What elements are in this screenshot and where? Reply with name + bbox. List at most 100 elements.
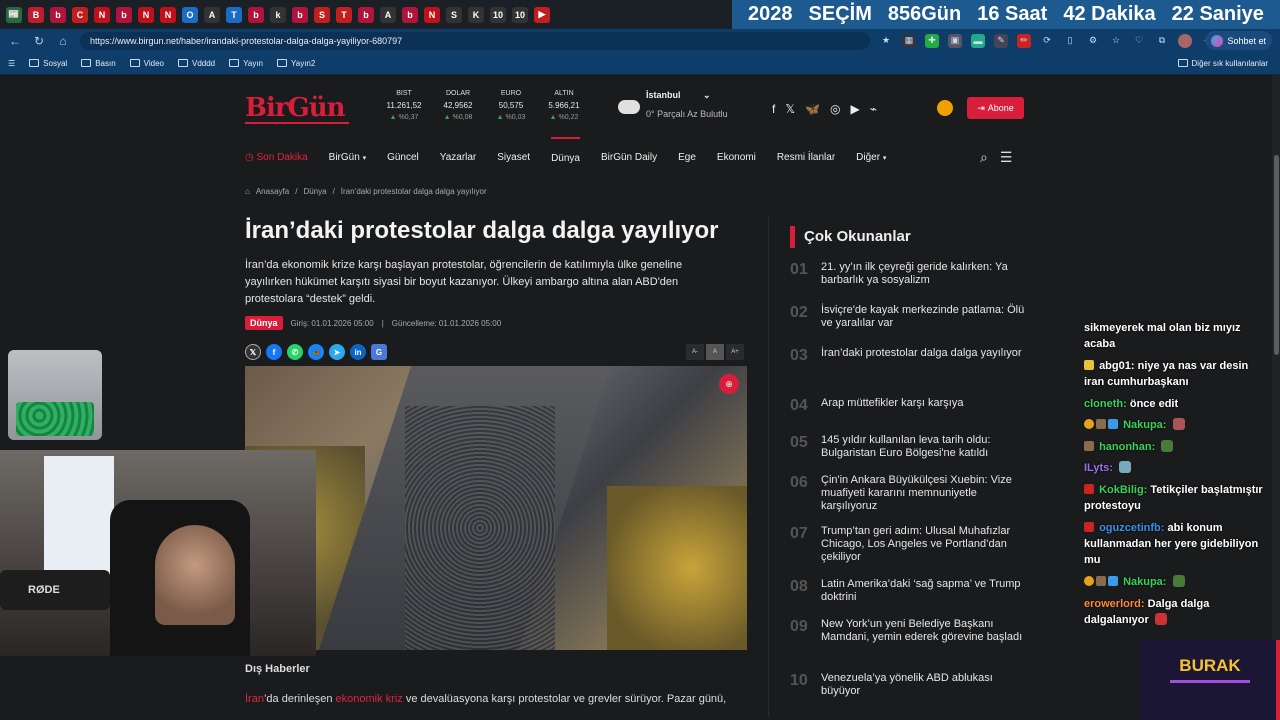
popular-item[interactable]: 01 21. yy’ın ilk çeyreği geride kalırken:… (790, 261, 1030, 287)
youtube-icon[interactable]: ▶ (850, 102, 859, 116)
facebook-icon[interactable]: f (772, 102, 775, 116)
nav-birgun-daily[interactable]: BirGün Daily (601, 152, 657, 163)
popular-item[interactable]: 10 Venezuela’ya yönelik ABD ablukası büyü… (790, 672, 1030, 698)
tab-10[interactable]: A (204, 6, 220, 23)
tab-25[interactable]: ▶ (534, 6, 550, 23)
nav-siyaset[interactable]: Siyaset (497, 152, 530, 163)
tab-1[interactable]: 📰 (6, 6, 22, 23)
avatar[interactable] (1178, 33, 1192, 48)
category-badge[interactable]: Dünya (245, 316, 283, 330)
popular-item[interactable]: 05 145 yıldır kullanılan leva tarih oldu:… (790, 434, 1030, 460)
bookmark-menu-icon[interactable]: ☰ (8, 59, 15, 68)
tab-17[interactable]: b (358, 6, 374, 23)
link-iran[interactable]: İran (245, 693, 264, 705)
extension-icon[interactable]: ✚ (925, 33, 939, 48)
telegram-share-icon[interactable]: ➤ (329, 344, 345, 360)
tab-9[interactable]: O (182, 6, 198, 23)
back-icon[interactable]: ← (6, 32, 24, 50)
heart-icon[interactable]: ♡ (1132, 34, 1146, 48)
font-decrease-button[interactable]: A- (686, 344, 704, 360)
birgun-logo[interactable]: BirGün (245, 93, 349, 123)
font-reset-button[interactable]: A (706, 344, 724, 360)
font-increase-button[interactable]: A+ (726, 344, 744, 360)
nav-dunya[interactable]: Dünya (551, 136, 580, 164)
tab-2[interactable]: B (28, 6, 44, 23)
bookmark-folder-yayin2[interactable]: Yayın2 (277, 59, 315, 68)
tab-3[interactable]: b (50, 6, 66, 23)
home-icon[interactable]: ⌂ (54, 32, 72, 50)
search-icon[interactable]: ⌕ (980, 149, 988, 166)
bookmark-folder-yayin[interactable]: Yayın (229, 59, 263, 68)
url-input[interactable]: https://www.birgun.net/haber/irandaki-pr… (80, 31, 870, 50)
extension-icon[interactable]: ▦ (902, 33, 916, 48)
zoom-icon[interactable]: ⊕ (719, 374, 739, 394)
nav-ekonomi[interactable]: Ekonomi (717, 152, 756, 163)
popular-item[interactable]: 09 New York’un yeni Belediye Başkanı Mamd… (790, 618, 1030, 644)
tab-16[interactable]: T (336, 6, 352, 23)
home-icon[interactable]: ⌂ (245, 187, 250, 196)
extension-icon[interactable]: ▬ (971, 33, 985, 48)
nav-diger[interactable]: Diğer ▾ (856, 152, 886, 163)
popular-item[interactable]: 06 Çin'in Ankara Büyükülçesi Xuebin: Vize… (790, 474, 1030, 513)
bookmark-folder-basin[interactable]: Basın (81, 59, 116, 68)
breadcrumb-home[interactable]: Anasayfa (256, 187, 289, 196)
scrollbar-thumb[interactable] (1274, 155, 1279, 355)
extension-icon[interactable]: ✎ (994, 33, 1008, 48)
favorite-star-icon[interactable]: ★ (879, 34, 893, 48)
tab-12[interactable]: b (248, 6, 264, 23)
extension-icon[interactable]: ⟳ (1040, 34, 1054, 48)
tab-23[interactable]: 10 (490, 6, 506, 23)
nav-guncel[interactable]: Güncel (387, 152, 419, 163)
tab-11[interactable]: T (226, 6, 242, 23)
tab-19[interactable]: b (402, 6, 418, 23)
tab-14[interactable]: b (292, 6, 308, 23)
tab-24[interactable]: 10 (512, 6, 528, 23)
tab-5[interactable]: N (94, 6, 110, 23)
collections-icon[interactable]: ⧉ (1155, 34, 1169, 48)
breadcrumb-dunya[interactable]: Dünya (303, 187, 326, 196)
tab-15[interactable]: S (314, 6, 330, 23)
copilot-chat-button[interactable]: Sohbet et (1205, 31, 1272, 50)
popular-item[interactable]: 07 Trump’tan geri adım: Ulusal Muhafızlar… (790, 525, 1030, 564)
tab-18[interactable]: A (380, 6, 396, 23)
whatsapp-share-icon[interactable]: ✆ (287, 344, 303, 360)
reload-icon[interactable]: ↻ (30, 32, 48, 50)
extension-icon[interactable]: ✏ (1017, 33, 1031, 48)
popular-item[interactable]: 04 Arap müttefikler karşı karşıya (790, 397, 1030, 415)
linkedin-share-icon[interactable]: in (350, 344, 366, 360)
favorites-icon[interactable]: ☆ (1109, 34, 1123, 48)
bookmark-folder-vdddd[interactable]: Vdddd (177, 59, 215, 68)
nav-ege[interactable]: Ege (678, 152, 696, 163)
x-share-icon[interactable]: 𝕏 (245, 344, 261, 360)
tab-21[interactable]: S (446, 6, 462, 23)
popular-item[interactable]: 03 İran’daki protestolar dalga dalga yayı… (790, 347, 1030, 365)
weather-widget[interactable]: İstanbul ⌄ 0° Parçalı Az Bulutlu (618, 90, 728, 119)
tab-7[interactable]: N (138, 6, 154, 23)
nav-yazarlar[interactable]: Yazarlar (440, 152, 477, 163)
menu-icon[interactable]: ☰ (1000, 149, 1013, 166)
link-economic-crisis[interactable]: ekonomik kriz (336, 693, 403, 705)
bluesky-share-icon[interactable]: 🦋 (308, 344, 324, 360)
tab-6[interactable]: b (116, 6, 132, 23)
bluesky-icon[interactable]: 🦋 (805, 102, 820, 116)
nav-birgun[interactable]: BirGün ▾ (329, 152, 366, 163)
google-news-icon[interactable]: G (371, 344, 387, 360)
popular-item[interactable]: 08 Latin Amerika’daki ‘sağ sapma’ ve Trum… (790, 578, 1030, 604)
other-favorites[interactable]: Diğer sık kullanılanlar (1177, 59, 1268, 68)
bookmark-folder-sosyal[interactable]: Sosyal (29, 59, 67, 68)
theme-toggle-icon[interactable] (937, 100, 953, 116)
x-icon[interactable]: 𝕏 (785, 102, 795, 116)
tab-4[interactable]: C (72, 6, 88, 23)
rss-icon[interactable]: ⌁ (870, 102, 877, 116)
facebook-share-icon[interactable]: f (266, 344, 282, 360)
tab-8[interactable]: N (160, 6, 176, 23)
nav-son-dakika[interactable]: ◷ Son Dakika (245, 152, 308, 163)
settings-icon[interactable]: ⚙ (1086, 34, 1100, 48)
split-screen-icon[interactable]: ▯ (1063, 34, 1077, 48)
bookmark-folder-video[interactable]: Video (129, 59, 164, 68)
extension-icon[interactable]: ▣ (948, 33, 962, 48)
page-scrollbar[interactable] (1272, 75, 1280, 720)
tab-13[interactable]: k (270, 6, 286, 23)
subscribe-button[interactable]: ⇥ Abone (967, 97, 1024, 119)
instagram-icon[interactable]: ◎ (830, 102, 840, 116)
